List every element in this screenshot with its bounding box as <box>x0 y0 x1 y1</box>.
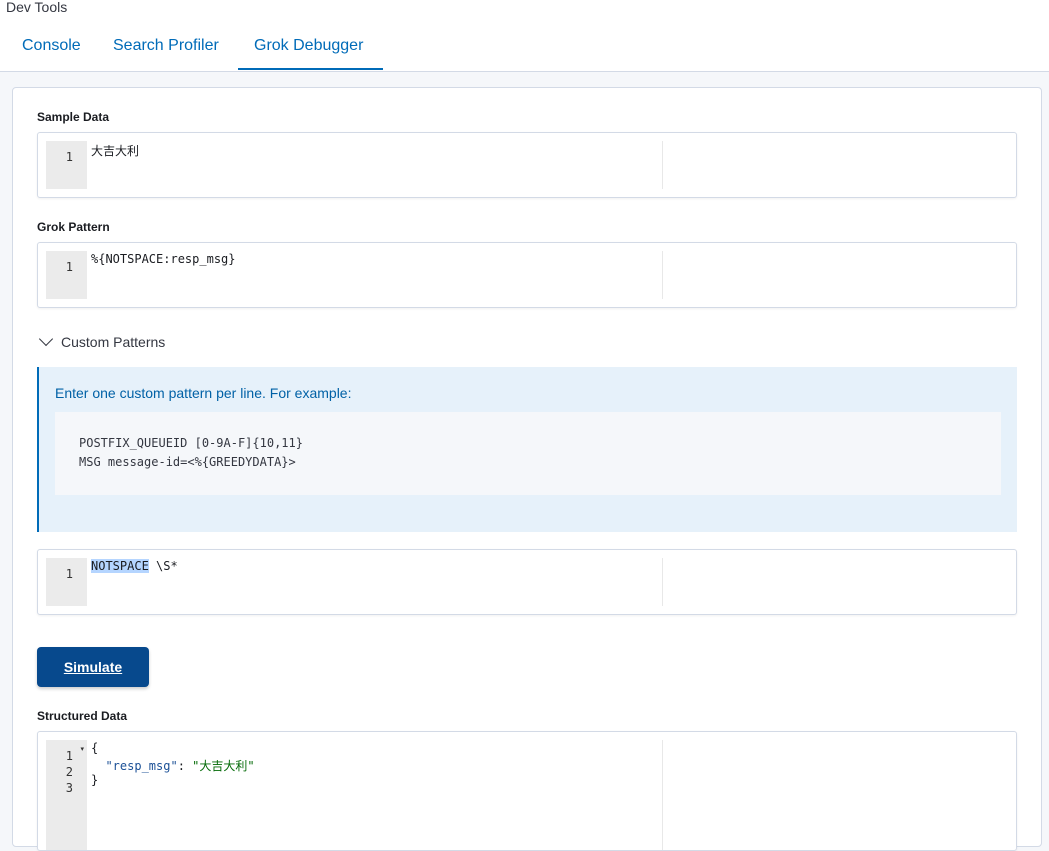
line-number: 1 <box>65 260 73 274</box>
custom-patterns-text: NOTSPACE \S* <box>91 559 178 573</box>
callout-help-text: Enter one custom pattern per line. For e… <box>55 385 352 401</box>
example-code-block: POSTFIX_QUEUEID [0-9A-F]{10,11} MSG mess… <box>55 412 1001 495</box>
example-line: MSG message-id=<%{GREEDYDATA}> <box>79 455 296 469</box>
print-margin <box>662 251 663 299</box>
example-line: POSTFIX_QUEUEID [0-9A-F]{10,11} <box>79 436 303 450</box>
top-bar: Dev Tools Console Search Profiler Grok D… <box>0 0 1049 72</box>
simulate-button[interactable]: Simulate <box>37 647 149 687</box>
line-number: 1 <box>65 150 73 164</box>
selected-text: NOTSPACE <box>91 559 149 573</box>
line-number: 3 <box>65 781 73 795</box>
line-gutter: 1 <box>46 251 87 299</box>
chevron-down-icon <box>38 331 54 347</box>
custom-patterns-editor[interactable]: 1 NOTSPACE \S* <box>37 549 1017 615</box>
json-line: "resp_msg": "大吉大利" <box>91 757 255 774</box>
print-margin <box>662 740 663 850</box>
sample-data-label: Sample Data <box>37 110 110 124</box>
json-colon: : <box>177 759 193 773</box>
custom-patterns-label: Custom Patterns <box>61 334 166 350</box>
tab-console[interactable]: Console <box>6 36 97 70</box>
fold-arrow-icon[interactable]: ▾ <box>80 745 84 753</box>
grok-pattern-editor[interactable]: 1 %{NOTSPACE:resp_msg} <box>37 242 1017 308</box>
structured-data-label: Structured Data <box>37 709 128 723</box>
line-gutter: 1 <box>46 558 87 606</box>
app-title: Dev Tools <box>6 0 68 15</box>
grok-pattern-text: %{NOTSPACE:resp_msg} <box>91 252 236 266</box>
line-number: 1 <box>65 749 73 763</box>
json-open-brace: { <box>91 741 99 755</box>
json-value: "大吉大利" <box>192 759 255 773</box>
line-number: 1 <box>65 567 73 581</box>
line-gutter: 1 <box>46 141 87 189</box>
print-margin <box>662 141 663 189</box>
tab-grok-debugger[interactable]: Grok Debugger <box>238 36 383 70</box>
custom-patterns-callout: Enter one custom pattern per line. For e… <box>37 367 1017 532</box>
sample-data-editor[interactable]: 1 大吉大利 <box>37 132 1017 198</box>
json-close-brace: } <box>91 773 99 787</box>
sample-data-text: 大吉大利 <box>91 144 140 158</box>
line-number: 2 <box>65 765 73 779</box>
custom-patterns-toggle[interactable]: Custom Patterns <box>37 331 166 352</box>
print-margin <box>662 558 663 606</box>
pattern-rest-text: \S* <box>148 559 178 573</box>
grok-pattern-label: Grok Pattern <box>37 220 110 234</box>
line-gutter: 1 ▾ 2 3 <box>46 740 87 850</box>
json-key: "resp_msg" <box>105 759 178 773</box>
structured-data-output[interactable]: 1 ▾ 2 3 { "resp_msg": "大吉大利" } <box>37 731 1017 851</box>
tab-search-profiler[interactable]: Search Profiler <box>97 36 235 70</box>
